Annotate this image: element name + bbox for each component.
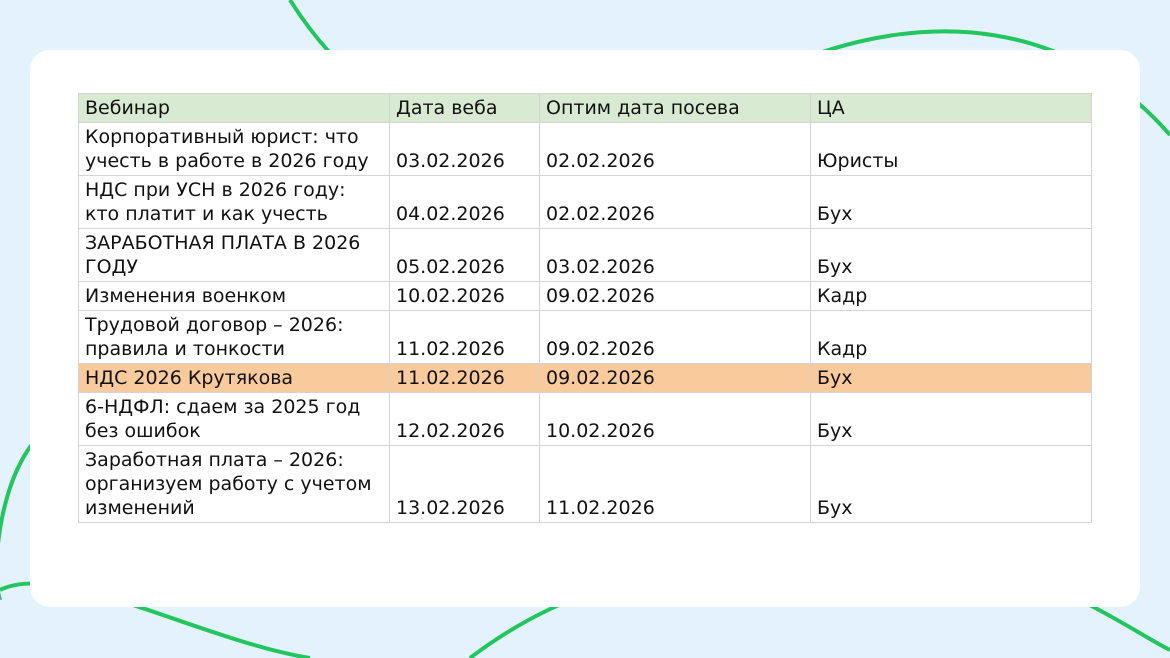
table-row: 6-НДФЛ: сдаем за 2025 год без ошибок 12.… [78,392,1092,446]
cell-date: 12.02.2026 [389,392,540,446]
table-row: ЗАРАБОТНАЯ ПЛАТА В 2026 ГОДУ 05.02.2026 … [78,228,1092,282]
cell-seed-date: 09.02.2026 [539,310,811,364]
cell-seed-date: 09.02.2026 [539,281,811,311]
cell-audience: Бух [810,228,1092,282]
header-audience: ЦА [810,93,1092,123]
table-row: Заработная плата – 2026: организуем рабо… [78,445,1092,523]
cell-seed-date: 10.02.2026 [539,392,811,446]
cell-seed-date: 11.02.2026 [539,445,811,523]
cell-audience: Юристы [810,122,1092,176]
cell-audience: Бух [810,392,1092,446]
cell-webinar: Заработная плата – 2026: организуем рабо… [78,445,390,523]
content-card: Вебинар Дата веба Оптим дата посева ЦА К… [30,50,1140,607]
cell-audience: Кадр [810,310,1092,364]
cell-audience: Бух [810,175,1092,229]
header-seed-date: Оптим дата посева [539,93,811,123]
table-row: Изменения военком 10.02.2026 09.02.2026 … [78,281,1092,311]
cell-seed-date: 02.02.2026 [539,122,811,176]
cell-date: 05.02.2026 [389,228,540,282]
cell-audience: Кадр [810,281,1092,311]
cell-seed-date: 03.02.2026 [539,228,811,282]
cell-date: 11.02.2026 [389,310,540,364]
cell-seed-date: 02.02.2026 [539,175,811,229]
cell-webinar: НДС при УСН в 2026 году: кто платит и ка… [78,175,390,229]
cell-webinar: Трудовой договор – 2026: правила и тонко… [78,310,390,364]
cell-webinar: ЗАРАБОТНАЯ ПЛАТА В 2026 ГОДУ [78,228,390,282]
cell-audience: Бух [810,363,1092,393]
table-row: Трудовой договор – 2026: правила и тонко… [78,310,1092,364]
table-body: Корпоративный юрист: что учесть в работе… [78,122,1092,523]
cell-date: 11.02.2026 [389,363,540,393]
cell-audience: Бух [810,445,1092,523]
cell-webinar: НДС 2026 Крутякова [78,363,390,393]
table-row: НДС при УСН в 2026 году: кто платит и ка… [78,175,1092,229]
background-curve-bottom-right [1079,598,1170,652]
table-header: Вебинар Дата веба Оптим дата посева ЦА [78,93,1092,123]
cell-webinar: 6-НДФЛ: сдаем за 2025 год без ошибок [78,392,390,446]
cell-webinar: Корпоративный юрист: что учесть в работе… [78,122,390,176]
cell-date: 03.02.2026 [389,122,540,176]
cell-webinar: Изменения военком [78,281,390,311]
table-row-highlighted: НДС 2026 Крутякова 11.02.2026 09.02.2026… [78,363,1092,393]
cell-date: 10.02.2026 [389,281,540,311]
header-row: Вебинар Дата веба Оптим дата посева ЦА [78,93,1092,123]
cell-date: 04.02.2026 [389,175,540,229]
header-webinar: Вебинар [78,93,390,123]
cell-seed-date: 09.02.2026 [539,363,811,393]
table-row: Корпоративный юрист: что учесть в работе… [78,122,1092,176]
header-date: Дата веба [389,93,540,123]
cell-date: 13.02.2026 [389,445,540,523]
webinar-schedule-table: Вебинар Дата веба Оптим дата посева ЦА К… [78,93,1092,523]
